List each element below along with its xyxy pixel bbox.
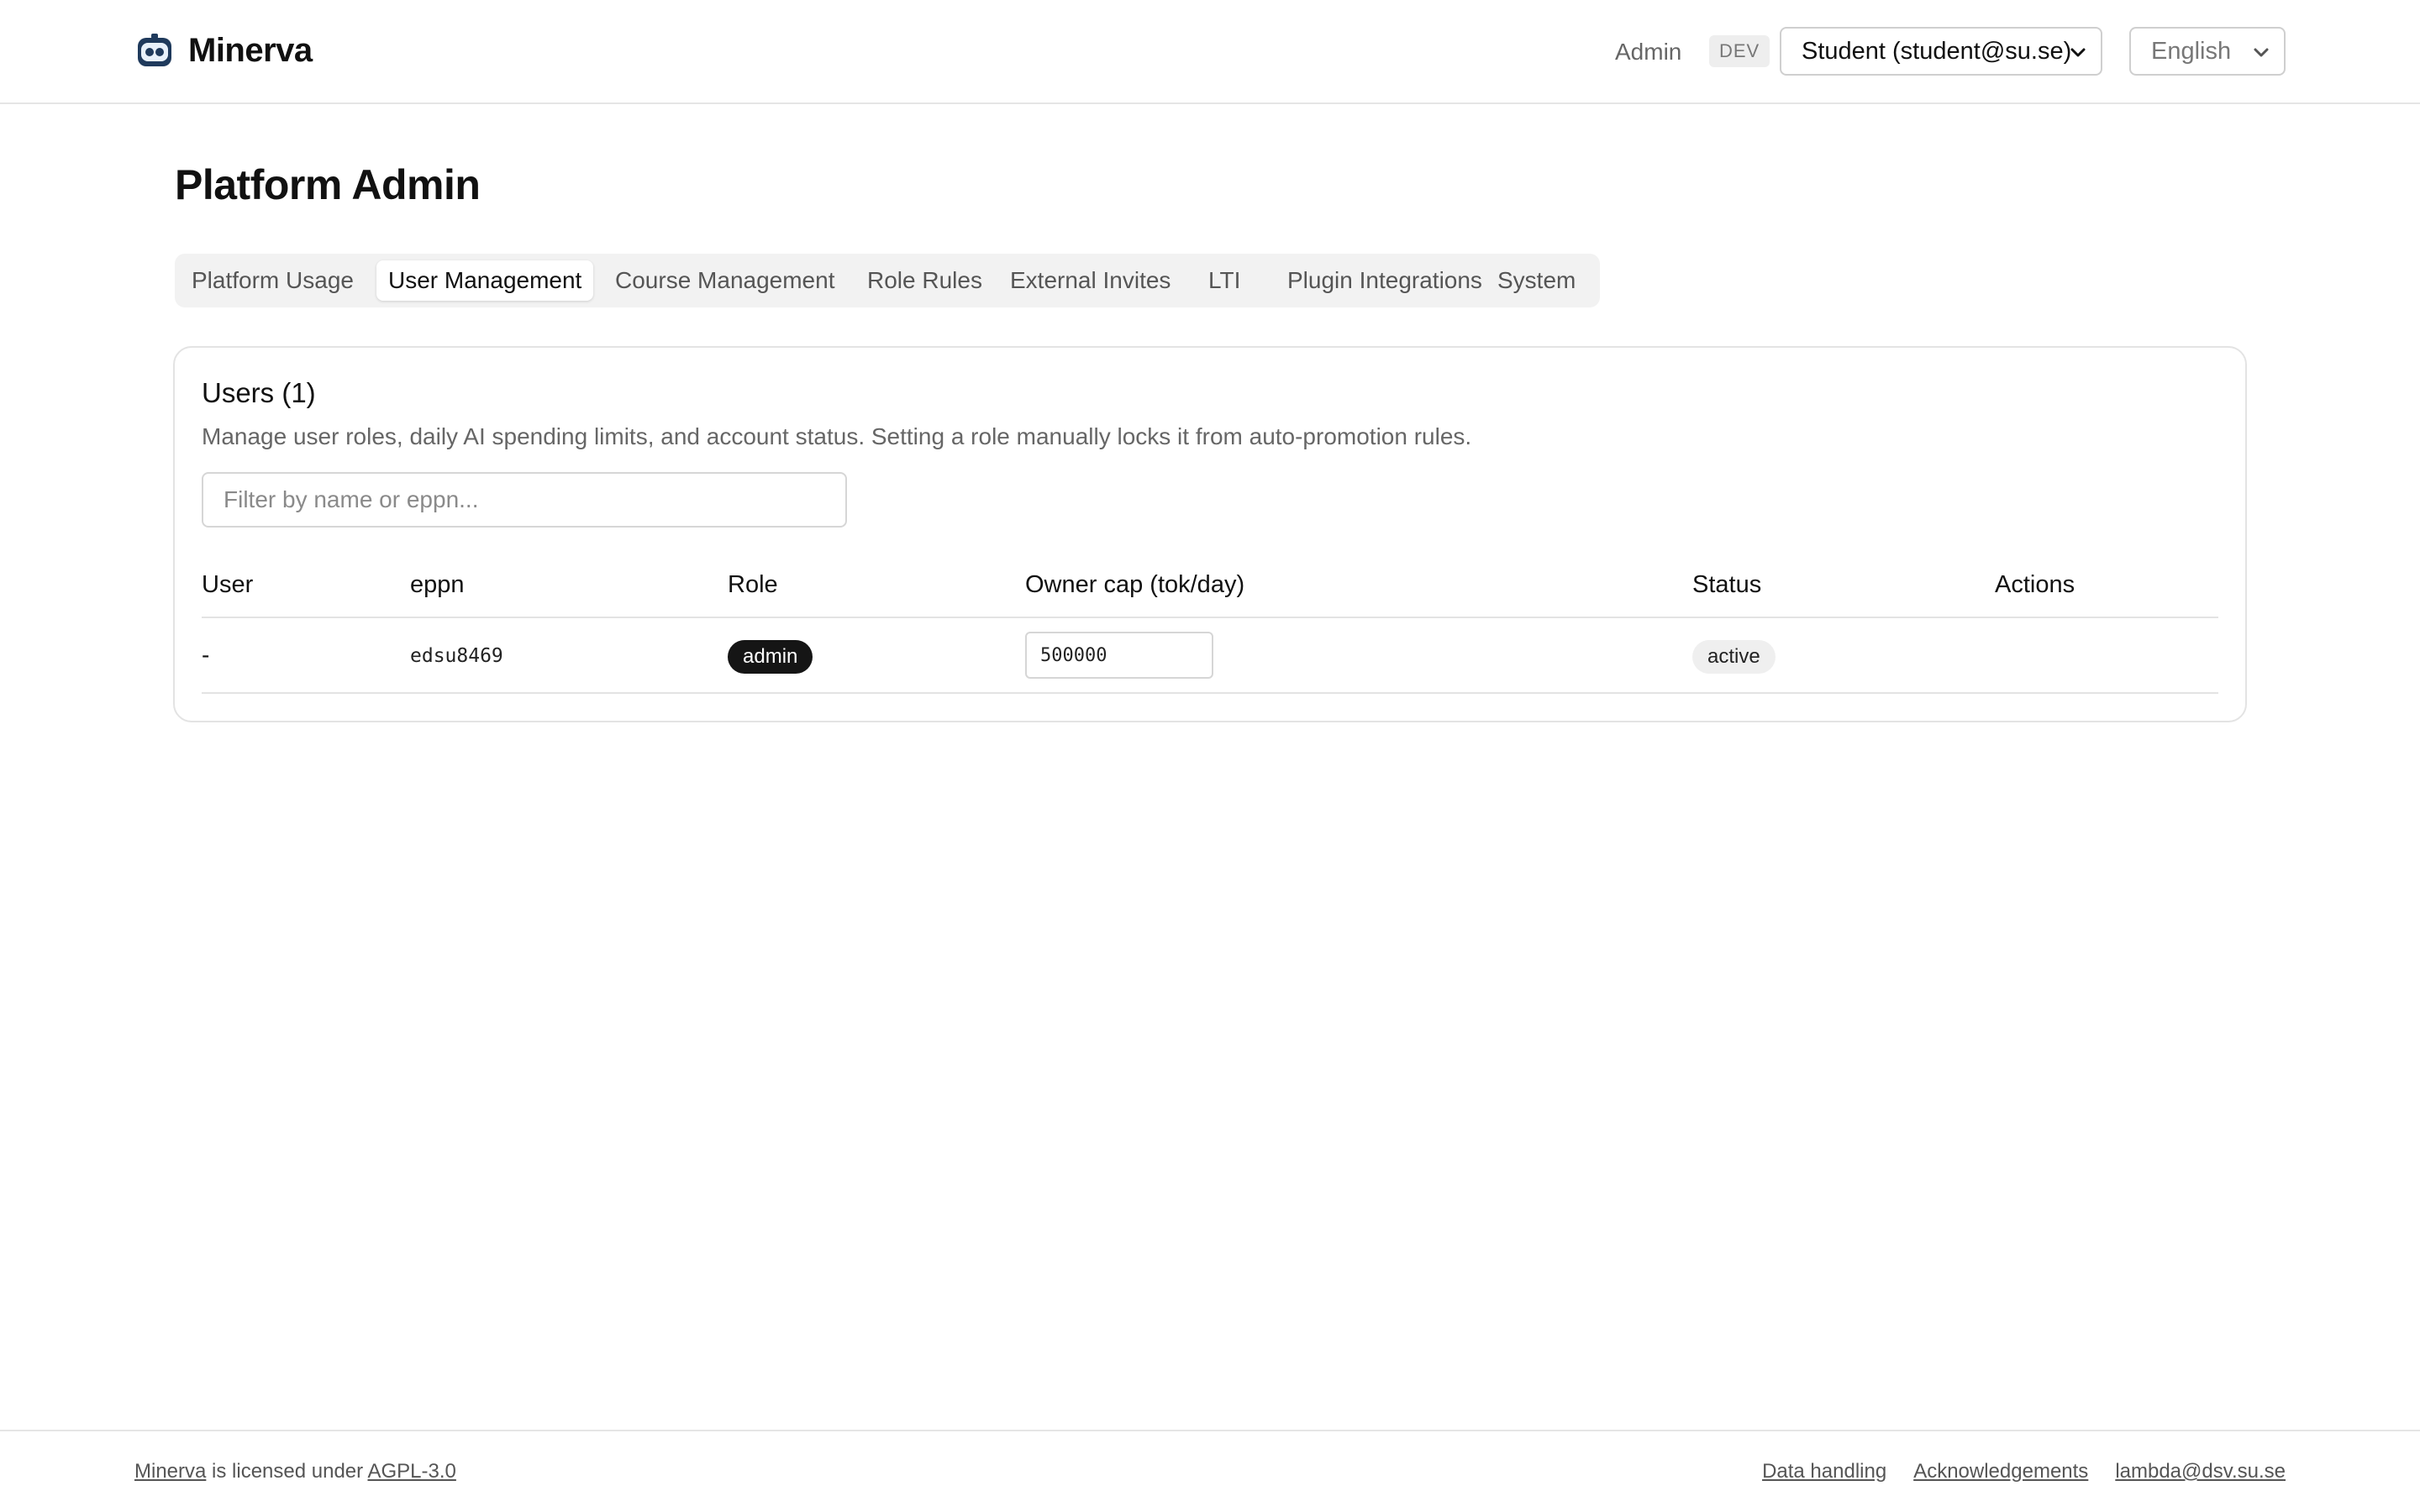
- column-header-user: User: [202, 571, 254, 598]
- brand[interactable]: Minerva: [134, 32, 313, 70]
- column-header-owner-cap: Owner cap (tok/day): [1025, 571, 1245, 598]
- users-card-description: Manage user roles, daily AI spending lim…: [202, 423, 1472, 449]
- table-row-divider: [202, 692, 2218, 694]
- language-select[interactable]: English: [2129, 27, 2286, 76]
- user-select[interactable]: Student (student@su.se): [1780, 27, 2102, 76]
- license-notice: Minerva is licensed under AGPL-3.0: [134, 1460, 456, 1483]
- data-handling-link[interactable]: Data handling: [1762, 1460, 1886, 1483]
- language-select-value: English: [2151, 37, 2232, 65]
- acknowledgements-link[interactable]: Acknowledgements: [1913, 1460, 2088, 1483]
- page-title: Platform Admin: [175, 161, 481, 208]
- user-select-value: Student (student@su.se): [1802, 37, 2072, 65]
- tab-course-management[interactable]: Course Management: [603, 260, 846, 301]
- table-header-divider: [202, 617, 2218, 618]
- column-header-eppn: eppn: [410, 571, 465, 598]
- tab-platform-usage[interactable]: Platform Usage: [180, 260, 366, 301]
- users-card-title: Users (1): [202, 377, 316, 408]
- tab-plugin-integrations[interactable]: Plugin Integrations: [1276, 260, 1494, 301]
- footer: Minerva is licensed under AGPL-3.0 Data …: [0, 1430, 2420, 1512]
- tab-system[interactable]: System: [1486, 260, 1587, 301]
- cell-eppn: edsu8469: [410, 645, 503, 667]
- contact-email-link[interactable]: lambda@dsv.su.se: [2115, 1460, 2286, 1483]
- column-header-actions: Actions: [1995, 571, 2075, 598]
- chevron-down-icon: [2254, 48, 2269, 57]
- filter-input[interactable]: [202, 472, 847, 528]
- env-badge: DEV: [1709, 35, 1770, 67]
- top-bar: Minerva Admin DEV Student (student@su.se…: [0, 0, 2420, 104]
- status-badge: active: [1692, 640, 1776, 674]
- brand-name: Minerva: [188, 32, 313, 69]
- license-text: is licensed under: [206, 1460, 368, 1483]
- role-badge[interactable]: admin: [728, 640, 813, 674]
- owner-cap-input[interactable]: [1025, 632, 1213, 679]
- minerva-link[interactable]: Minerva: [134, 1460, 206, 1483]
- tab-user-management[interactable]: User Management: [376, 260, 594, 301]
- chevron-down-icon: [2070, 48, 2086, 57]
- column-header-role: Role: [728, 571, 778, 598]
- admin-link[interactable]: Admin: [1615, 37, 1681, 67]
- admin-tabs: Platform Usage User Management Course Ma…: [175, 254, 1600, 307]
- tab-external-invites[interactable]: External Invites: [998, 260, 1182, 301]
- footer-links: Data handling Acknowledgements lambda@ds…: [1762, 1460, 2286, 1483]
- users-card: Users (1) Manage user roles, daily AI sp…: [173, 346, 2247, 722]
- column-header-status: Status: [1692, 571, 1762, 598]
- tab-role-rules[interactable]: Role Rules: [855, 260, 994, 301]
- minerva-logo-icon: [138, 33, 171, 66]
- license-link[interactable]: AGPL-3.0: [367, 1460, 455, 1483]
- tab-lti[interactable]: LTI: [1197, 260, 1252, 301]
- cell-user: -: [202, 642, 210, 668]
